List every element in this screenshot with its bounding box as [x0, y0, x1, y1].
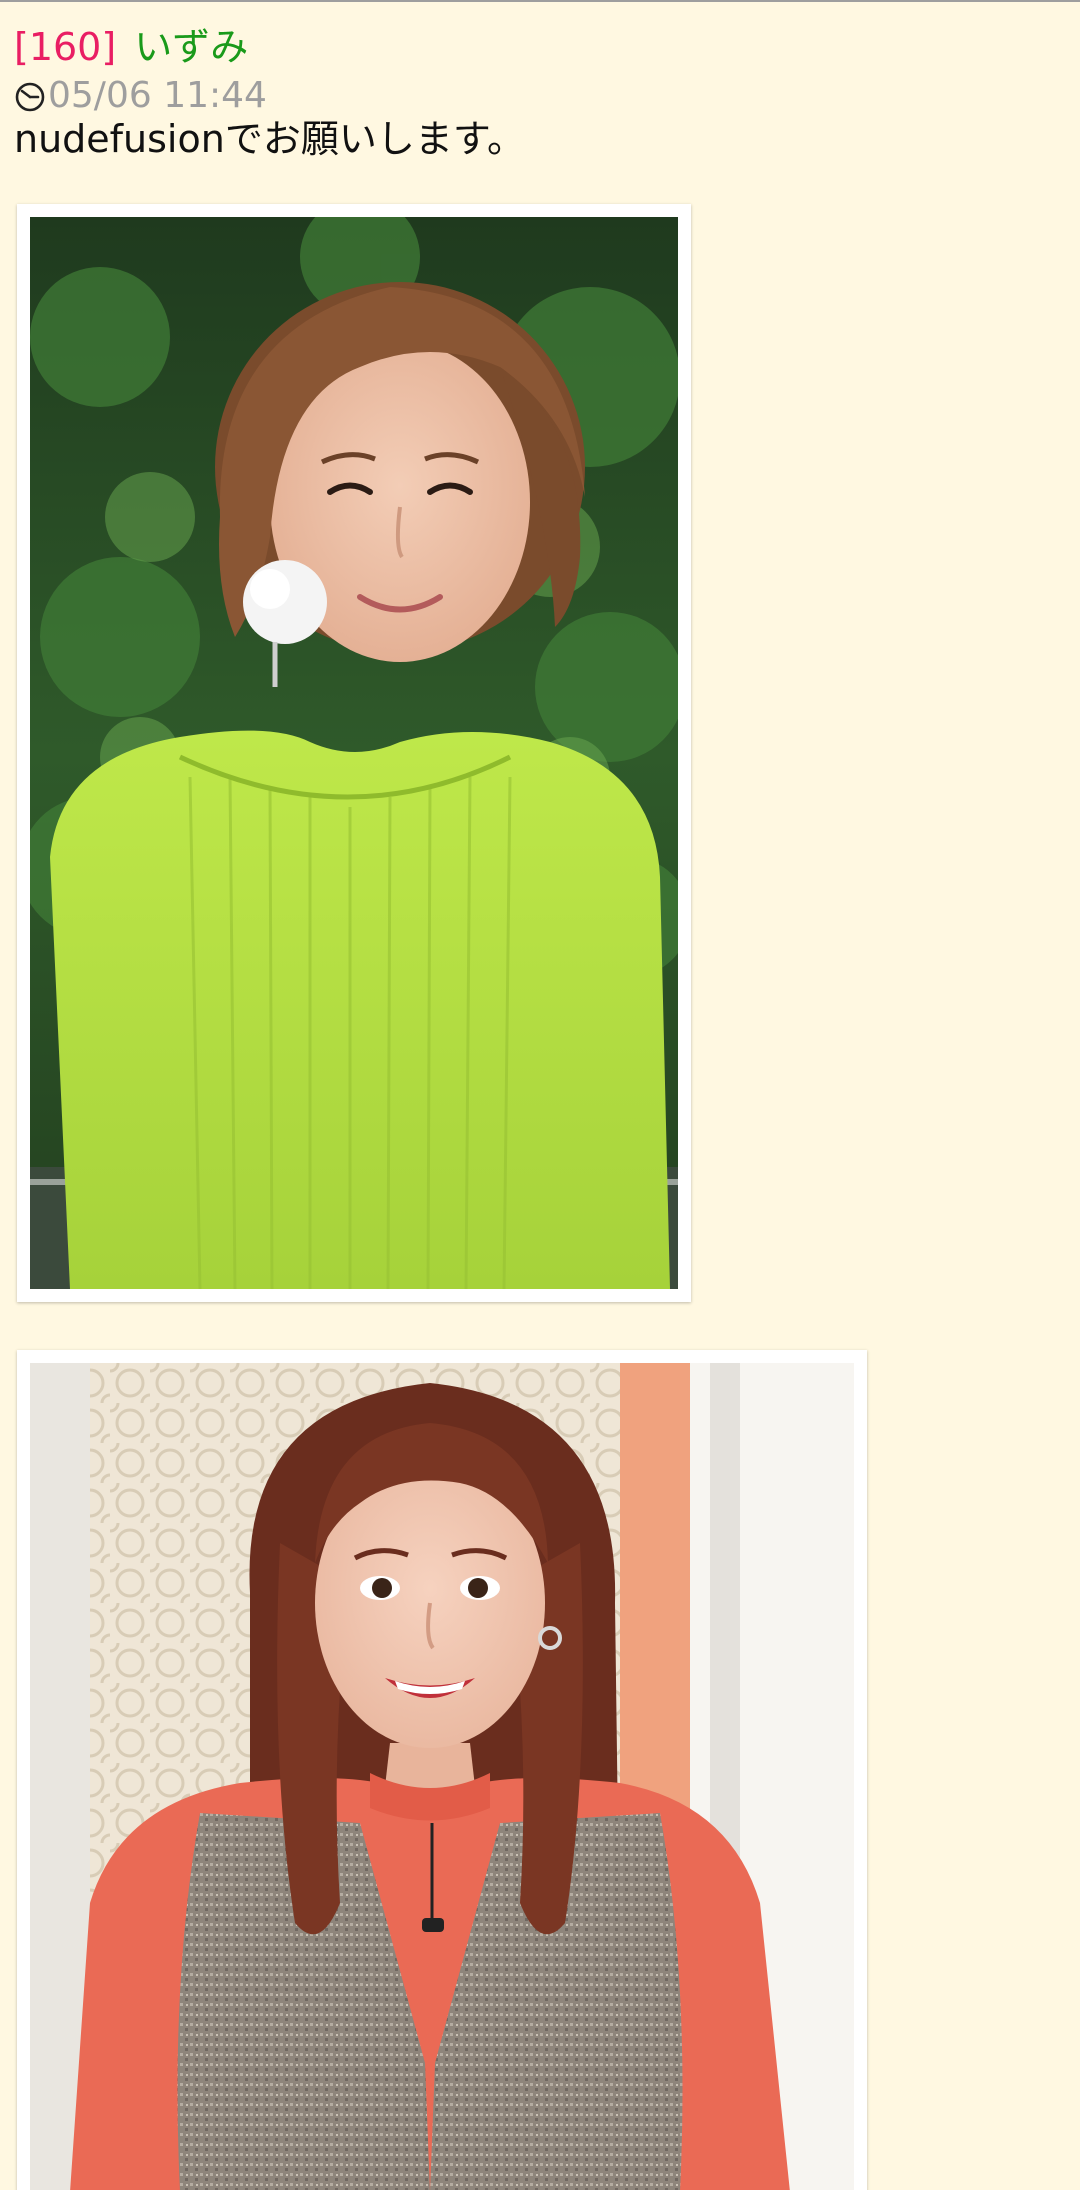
- post-body: nudefusionでお願いします。: [14, 117, 526, 161]
- clock-icon: [14, 80, 46, 112]
- post-header: [160] いずみ: [14, 24, 248, 70]
- attachment-thumbnail-2[interactable]: [17, 1350, 867, 2190]
- post-timestamp: 05/06 11:44: [48, 75, 267, 116]
- photo-woman-green-sweater: [30, 217, 678, 1289]
- attachment-thumbnail-1[interactable]: [17, 204, 691, 1302]
- photo-woman-coral-top-vest: [30, 1363, 854, 2190]
- post-number-link[interactable]: [160]: [14, 25, 116, 69]
- thread-page: [160] いずみ 05/06 11:44 nudefusionでお願いします。: [0, 0, 1080, 2190]
- post-author: いずみ: [134, 25, 249, 69]
- post-meta: 05/06 11:44: [14, 74, 267, 118]
